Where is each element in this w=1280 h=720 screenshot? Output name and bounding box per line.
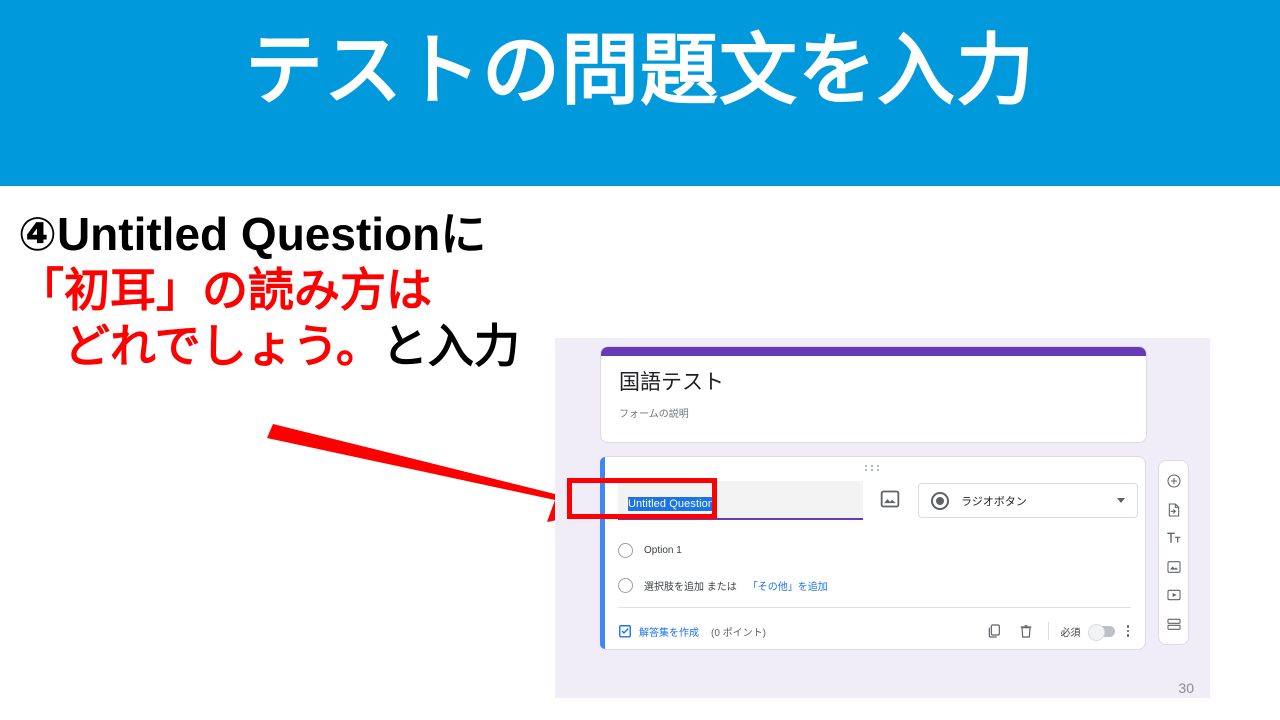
option-label[interactable]: Option 1 bbox=[644, 545, 682, 556]
instruction-line-2: 「初耳」の読み方は bbox=[18, 264, 432, 317]
required-toggle[interactable] bbox=[1087, 623, 1115, 641]
add-video-icon[interactable] bbox=[1166, 587, 1182, 603]
required-label: 必須 bbox=[1060, 627, 1081, 639]
instruction-text-block: ④Untitled Questionに 「初耳」の読み方は どれでしょう。と入力 bbox=[18, 206, 618, 374]
add-option-label[interactable]: 選択肢を追加 または bbox=[644, 578, 737, 593]
instruction-line-3-black: と入力 bbox=[381, 320, 520, 373]
footer-separator bbox=[1047, 622, 1049, 640]
add-image-icon[interactable] bbox=[1166, 559, 1182, 575]
import-questions-icon[interactable] bbox=[1166, 502, 1182, 518]
trash-icon[interactable] bbox=[1018, 623, 1034, 639]
slide-page-number: 30 bbox=[1178, 680, 1194, 696]
answer-key-clipboard-icon[interactable] bbox=[618, 624, 632, 638]
chevron-down-icon bbox=[1117, 498, 1125, 503]
embedded-google-forms-screenshot: 国語テスト フォームの説明 Untitled Question ラジオボタン O… bbox=[555, 338, 1210, 698]
instruction-line-1: ④Untitled Questionに bbox=[18, 208, 487, 260]
radio-outline-icon bbox=[618, 578, 633, 593]
form-description[interactable]: フォームの説明 bbox=[601, 395, 1146, 420]
question-type-label: ラジオボタン bbox=[961, 495, 1027, 508]
drag-handle-icon[interactable] bbox=[864, 465, 881, 471]
page-title: テストの問題文を入力 bbox=[244, 26, 1035, 114]
insert-image-icon[interactable] bbox=[880, 489, 900, 509]
points-label: (0 ポイント) bbox=[711, 627, 766, 639]
forms-side-toolbar[interactable] bbox=[1158, 460, 1189, 645]
form-title[interactable]: 国語テスト bbox=[601, 356, 1146, 395]
add-section-icon[interactable] bbox=[1166, 616, 1182, 632]
add-question-icon[interactable] bbox=[1166, 473, 1182, 489]
option-row[interactable]: Option 1 bbox=[618, 543, 682, 558]
add-option-row[interactable]: 選択肢を追加 または 「その他」を追加 bbox=[618, 578, 828, 593]
add-title-description-icon[interactable] bbox=[1166, 530, 1182, 546]
duplicate-icon[interactable] bbox=[986, 623, 1002, 639]
red-highlight-box bbox=[567, 478, 717, 519]
form-header-accent-bar bbox=[601, 347, 1146, 356]
form-header-card[interactable]: 国語テスト フォームの説明 bbox=[600, 346, 1147, 443]
card-divider bbox=[618, 607, 1131, 608]
more-vertical-icon[interactable] bbox=[1126, 625, 1129, 637]
instruction-line-3: どれでしょう。と入力 bbox=[18, 318, 618, 374]
question-type-select[interactable]: ラジオボタン bbox=[918, 483, 1138, 518]
add-other-link[interactable]: 「その他」を追加 bbox=[748, 578, 828, 593]
radio-outline-icon bbox=[618, 543, 633, 558]
answer-key-label[interactable]: 解答集を作成 bbox=[639, 624, 699, 639]
radio-button-icon bbox=[931, 491, 949, 510]
question-card-footer: 解答集を作成 (0 ポイント) 必須 bbox=[618, 617, 1131, 645]
instruction-line-3-red: どれでしょう。 bbox=[64, 320, 382, 373]
